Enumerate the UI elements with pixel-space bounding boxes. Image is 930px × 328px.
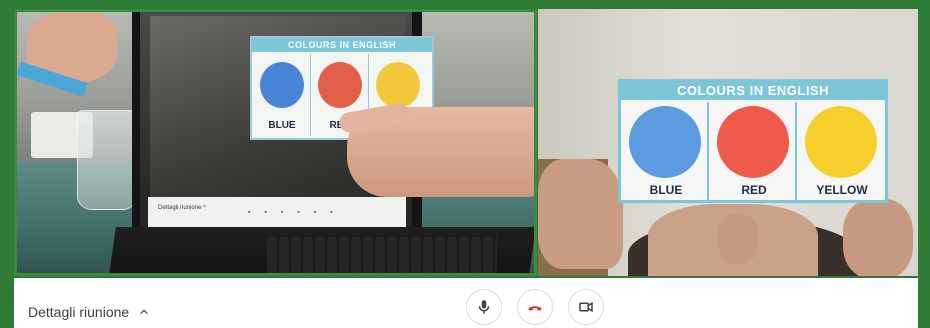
call-controls bbox=[466, 289, 604, 325]
meeting-details-button[interactable]: Dettagli riunione bbox=[28, 304, 151, 320]
video-person-hand bbox=[718, 214, 758, 264]
card-cell-yellow: YELLOW bbox=[799, 102, 885, 200]
meeting-control-bar: Dettagli riunione bbox=[14, 278, 918, 328]
card-label-red: RED bbox=[741, 183, 767, 197]
blue-dot bbox=[629, 106, 701, 178]
camera-button[interactable] bbox=[568, 289, 604, 325]
video-hand-left bbox=[538, 159, 623, 269]
chevron-up-icon bbox=[140, 309, 149, 315]
left-border bbox=[0, 0, 14, 328]
video-hand-right bbox=[843, 199, 913, 276]
card-label-blue: BLUE bbox=[268, 120, 296, 131]
card-cell-blue: BLUE bbox=[254, 54, 311, 136]
card-label-yellow: YELLOW bbox=[816, 183, 868, 197]
yellow-dot bbox=[805, 106, 877, 178]
video-keyboard bbox=[267, 237, 497, 273]
card-title: COLOURS IN ENGLISH bbox=[252, 38, 432, 52]
card-cell-red: RED bbox=[711, 102, 797, 200]
meeting-details-label: Dettagli riunione bbox=[28, 304, 130, 320]
camera-icon bbox=[579, 301, 593, 313]
red-dot bbox=[717, 106, 789, 178]
laptop-taskbar: Dettagli riunione ^ ▪ ▪ ▪ ▪ ▪ ▪ bbox=[148, 197, 406, 227]
video-glass bbox=[77, 110, 137, 210]
card-title: COLOURS IN ENGLISH bbox=[621, 82, 885, 100]
colour-card: COLOURS IN ENGLISH BLUE RED YELLOW bbox=[618, 79, 888, 203]
participant-video-tile-left[interactable]: COLOURS IN ENGLISH BLUE RED Y Dettagli r… bbox=[14, 9, 537, 276]
participant-video-tile-right[interactable]: COLOURS IN ENGLISH BLUE RED YELLOW bbox=[538, 9, 918, 276]
card-cell-blue: BLUE bbox=[623, 102, 709, 200]
microphone-button[interactable] bbox=[466, 289, 502, 325]
card-label-blue: BLUE bbox=[649, 183, 683, 197]
end-call-icon bbox=[528, 306, 542, 311]
end-call-button[interactable] bbox=[517, 289, 553, 325]
yellow-dot bbox=[376, 62, 420, 108]
red-dot bbox=[318, 62, 362, 108]
taskbar-icons: ▪ ▪ ▪ ▪ ▪ ▪ bbox=[248, 209, 339, 216]
right-border bbox=[918, 0, 930, 328]
taskbar-text: Dettagli riunione ^ bbox=[158, 205, 206, 211]
microphone-icon bbox=[478, 300, 490, 314]
blue-dot bbox=[260, 62, 304, 108]
